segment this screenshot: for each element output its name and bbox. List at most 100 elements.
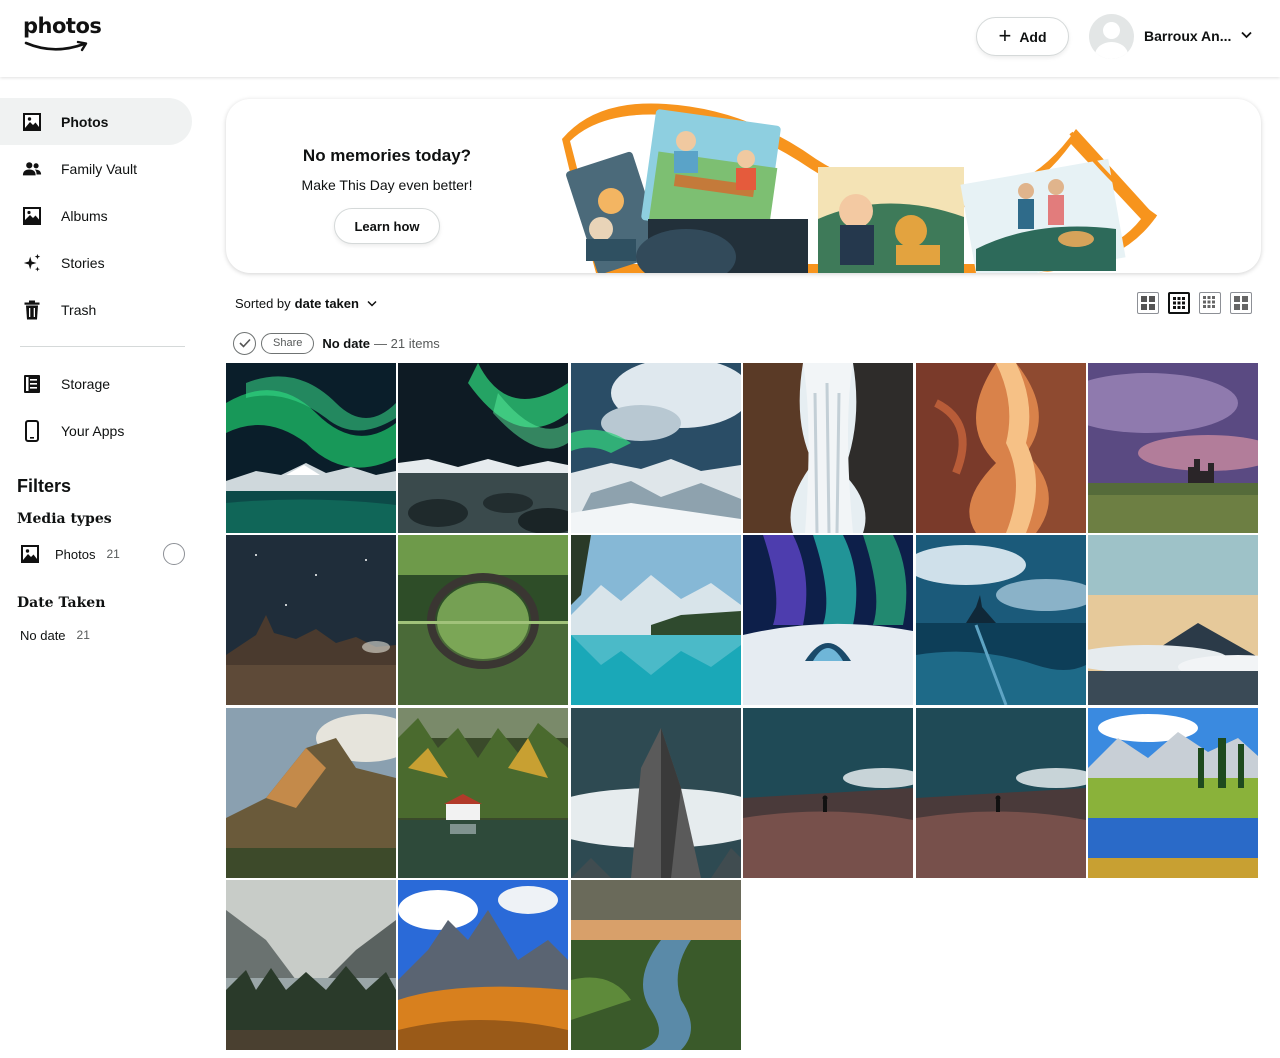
sidebar-item-storage[interactable]: Storage [0,360,200,407]
photo-tile[interactable] [398,707,569,878]
logo-text: photos [23,14,102,38]
photo-tile[interactable] [398,535,569,706]
sidebar-item-albums[interactable]: Albums [0,192,200,239]
chevron-down-icon [1241,31,1253,38]
photo-aurora-lake [226,363,396,533]
photo-waterfall-cliffs [743,363,914,533]
photo-tile[interactable] [398,880,569,1051]
sidebar: Photos Family Vault Albums Stories Trash… [0,98,200,645]
film-strip-illustration [562,103,1158,273]
sort-dropdown[interactable]: Sorted by date taken [235,296,377,311]
checkmark-icon [238,338,251,348]
add-button-label: Add [1019,28,1047,45]
photo-arch-bridge-reflection [398,535,569,706]
grid-large-icon [1141,296,1155,310]
filter-label: Photos [55,546,96,562]
media-types-heading: Media types [17,511,112,527]
photo-desert-rocks-night [226,535,396,706]
photo-lakeside-house-autumn [398,707,569,878]
mosaic-icon [1234,296,1248,310]
photo-person-tidal-flat-2 [915,707,1086,878]
learn-how-button[interactable]: Learn how [334,208,440,244]
photo-dolomites-peaks [398,880,569,1051]
group-date: No date [322,335,371,351]
photo-mont-saint-michel [915,535,1086,706]
photo-volcano-above-clouds [1087,535,1258,706]
filters-heading: Filters [17,476,72,496]
group-count: — 21 items [374,335,440,351]
filter-media-photos[interactable]: Photos 21 [0,535,200,573]
sidebar-item-your-apps[interactable]: Your Apps [0,407,200,454]
photo-tile[interactable] [226,535,396,706]
photos-icon [20,544,40,564]
sort-prefix: Sorted by [235,296,291,311]
sidebar-item-label: Photos [61,113,109,130]
photo-tile[interactable] [915,707,1086,878]
select-group-checkbox[interactable] [233,331,256,355]
photo-tile[interactable] [226,363,396,533]
grid-medium-icon [1173,297,1185,309]
amazon-photos-logo[interactable]: photos [22,12,102,60]
photo-tile[interactable] [570,363,741,533]
photo-tile[interactable] [743,535,914,706]
banner-subtitle: Make This Day even better! [301,177,473,193]
photo-aurora-snowy-mountains [570,363,741,533]
sidebar-item-family-vault[interactable]: Family Vault [0,145,200,192]
memories-banner: No memories today? Make This Day even be… [226,99,1261,273]
smile-arrow-icon [24,40,88,52]
photo-grid [226,363,1258,1051]
user-menu[interactable]: Barroux An... [1089,13,1253,59]
view-large-grid-button[interactable] [1137,292,1159,314]
sidebar-item-photos[interactable]: Photos [0,98,192,145]
photo-tile[interactable] [915,363,1086,533]
photo-person-tidal-flat [743,707,914,878]
avatar [1089,13,1134,59]
filter-label: No date [20,627,66,643]
view-small-grid-button[interactable] [1199,292,1221,314]
photo-coastal-mountain-ridge [226,707,396,878]
albums-icon [22,206,42,226]
phone-icon [22,419,42,442]
add-button[interactable]: + Add [976,17,1069,56]
photo-tile[interactable] [1087,707,1258,878]
photo-aurora-rocky-shore [398,363,569,533]
photo-alpine-meadow-lake [1087,707,1258,878]
photo-tile[interactable] [570,880,741,1051]
photo-castle-purple-sky [1087,363,1258,533]
view-mosaic-button[interactable] [1230,292,1252,314]
sidebar-item-stories[interactable]: Stories [0,239,200,286]
photo-antelope-canyon [915,363,1086,533]
photo-tile[interactable] [1087,535,1258,706]
photo-tile[interactable] [743,707,914,878]
photo-tile[interactable] [915,535,1086,706]
filter-count: 21 [106,547,120,561]
photo-tile[interactable] [570,707,741,878]
photo-tile[interactable] [1087,363,1258,533]
photo-turquoise-mountain-lake [570,535,741,706]
photo-tile[interactable] [226,707,396,878]
filter-count: 21 [76,628,90,642]
photo-tile[interactable] [398,363,569,533]
sidebar-item-label: Your Apps [61,422,125,439]
sidebar-item-label: Stories [61,254,105,271]
sidebar-item-trash[interactable]: Trash [0,286,200,333]
photo-rock-spire-fog [570,707,741,878]
photo-misty-valley-lake [226,880,396,1051]
sidebar-item-label: Family Vault [61,160,137,177]
sparkle-icon [22,253,42,273]
sidebar-item-label: Albums [61,207,108,224]
photos-icon [22,112,42,132]
filter-radio[interactable] [163,543,185,565]
share-button[interactable]: Share [261,332,315,354]
filter-no-date[interactable]: No date 21 [0,625,200,645]
sidebar-item-label: Storage [61,375,111,392]
view-medium-grid-button[interactable] [1168,292,1190,314]
plus-icon: + [998,22,1012,48]
photo-tile[interactable] [226,880,396,1051]
date-taken-heading: Date Taken [17,595,106,611]
photo-aurora-ice-cave [743,535,914,706]
photo-tile[interactable] [570,535,741,706]
photo-tile[interactable] [743,363,914,533]
trash-icon [22,300,42,320]
view-size-switcher [1137,292,1252,314]
